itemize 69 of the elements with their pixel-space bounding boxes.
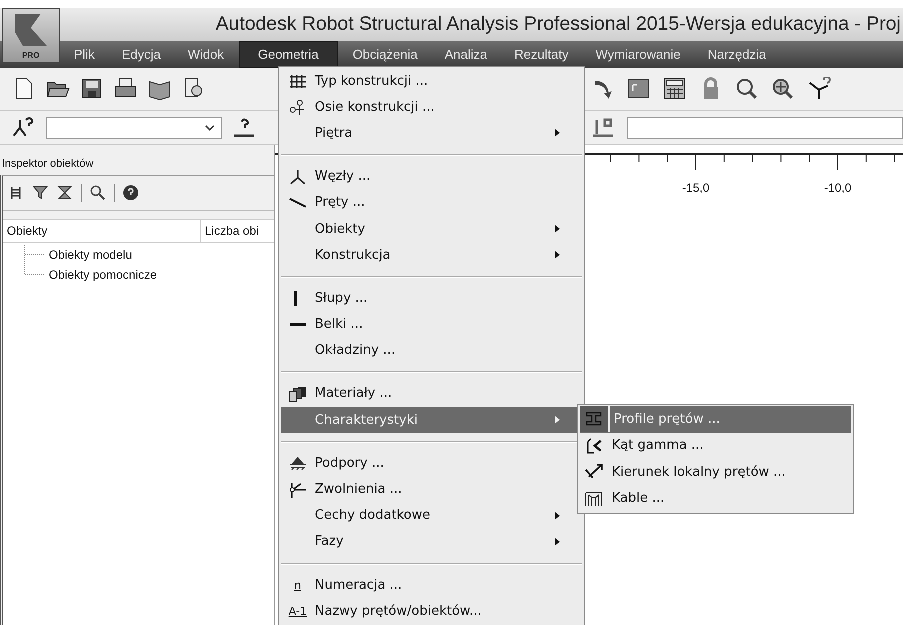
menu-bar-item[interactable]: Edycja [110,41,173,68]
menu-bar-item[interactable]: Analiza [432,41,500,68]
calculator-icon[interactable] [663,77,687,101]
zoom-all-icon[interactable] [771,77,795,101]
help-icon[interactable] [123,185,139,201]
menu-item[interactable]: Okładziny ... [281,338,582,364]
menu-item[interactable]: Zwolnienia ... [281,476,582,503]
menu-bar-item[interactable]: Widok [176,41,236,68]
support-icon [289,455,307,472]
text-field[interactable] [627,116,903,138]
node-icon [289,168,307,185]
save-icon[interactable] [80,77,104,101]
menu-item[interactable]: Materiały ... [281,380,582,408]
window-title: Autodesk Robot Structural Analysis Professional 2015-Wersja edukacyjna - Proj [216,13,901,36]
tree-item[interactable]: Obiekty modelu [45,248,132,262]
menu-item[interactable]: A-1 Nazwy prętów/obiektów... [281,598,582,624]
menu-item[interactable]: Kable ... [580,486,851,512]
tree-item[interactable]: Obiekty pomocnicze [45,268,158,282]
menu-item[interactable]: Obiekty [281,216,582,242]
window-icon[interactable] [627,77,651,101]
hourglass-icon[interactable] [57,185,73,201]
app-logo-button[interactable]: PRO [2,8,60,63]
i-beam-icon [585,411,603,428]
menu-item[interactable]: Typ konstrukcji ... [281,68,582,94]
panel-title: Inspektor obiektów [1,157,94,171]
menu-item[interactable]: Kąt gamma ... [580,432,851,459]
menu-bar-item[interactable]: Rezultaty [502,41,581,68]
menu-bar-item[interactable]: Geometria [239,41,338,68]
menu-item[interactable]: Słupy ... [281,285,582,312]
filter-icon[interactable] [33,185,49,201]
menu-bar-item[interactable]: Wymiarowanie [584,41,693,68]
menu-item[interactable]: Konstrukcja [281,242,582,268]
beam-icon [290,323,306,326]
axes-icon [289,99,307,116]
menu-item[interactable]: Profile prętów ... [580,406,851,432]
menu-item[interactable]: Cechy dodatkowe [281,502,582,529]
ruler-label: -15,0 [682,181,710,195]
menu-item[interactable]: Osie konstrukcji ... [281,94,582,120]
menu-item[interactable]: Belki ... [281,312,582,338]
node-query-icon[interactable] [12,116,36,140]
column-icon [294,290,296,306]
menu-item[interactable]: Pręty ... [281,190,582,216]
grid-icon [289,73,307,90]
menu-item[interactable]: n Numeracja ... [281,572,582,598]
edition-label: PRO [22,51,40,60]
axes-icon[interactable] [807,77,831,101]
release-icon [289,482,307,498]
zoom-icon[interactable] [735,77,759,101]
selection-combo-box[interactable] [46,116,222,138]
axis-direction-icon [585,464,603,480]
menu-item-glyph: n [294,578,302,592]
menu-item[interactable]: Węzły ... [281,164,582,190]
ruler-label: -10,0 [824,181,852,195]
search-icon[interactable] [90,185,106,201]
column-header[interactable]: Obiekty [3,220,200,242]
menu-bar-item[interactable]: Obciążenia [340,41,430,68]
menu-item-glyph: A-1 [288,604,308,618]
menu-bar-item[interactable]: Plik [62,41,107,68]
cable-icon [585,490,603,507]
bar-query-icon[interactable] [232,116,256,140]
menu-bar-item[interactable]: Narzędzia [696,41,778,68]
menu-item[interactable]: Podpory ... [281,450,582,476]
menu-item[interactable]: Piętra [281,120,582,147]
column-header[interactable]: Liczba obi [200,220,274,242]
caret-icon [205,124,215,130]
angle-icon [585,438,603,454]
menu-item[interactable]: Fazy [281,528,582,555]
layers-icon [289,386,307,402]
menu-item[interactable]: Kierunek lokalny prętów ... [580,459,851,486]
